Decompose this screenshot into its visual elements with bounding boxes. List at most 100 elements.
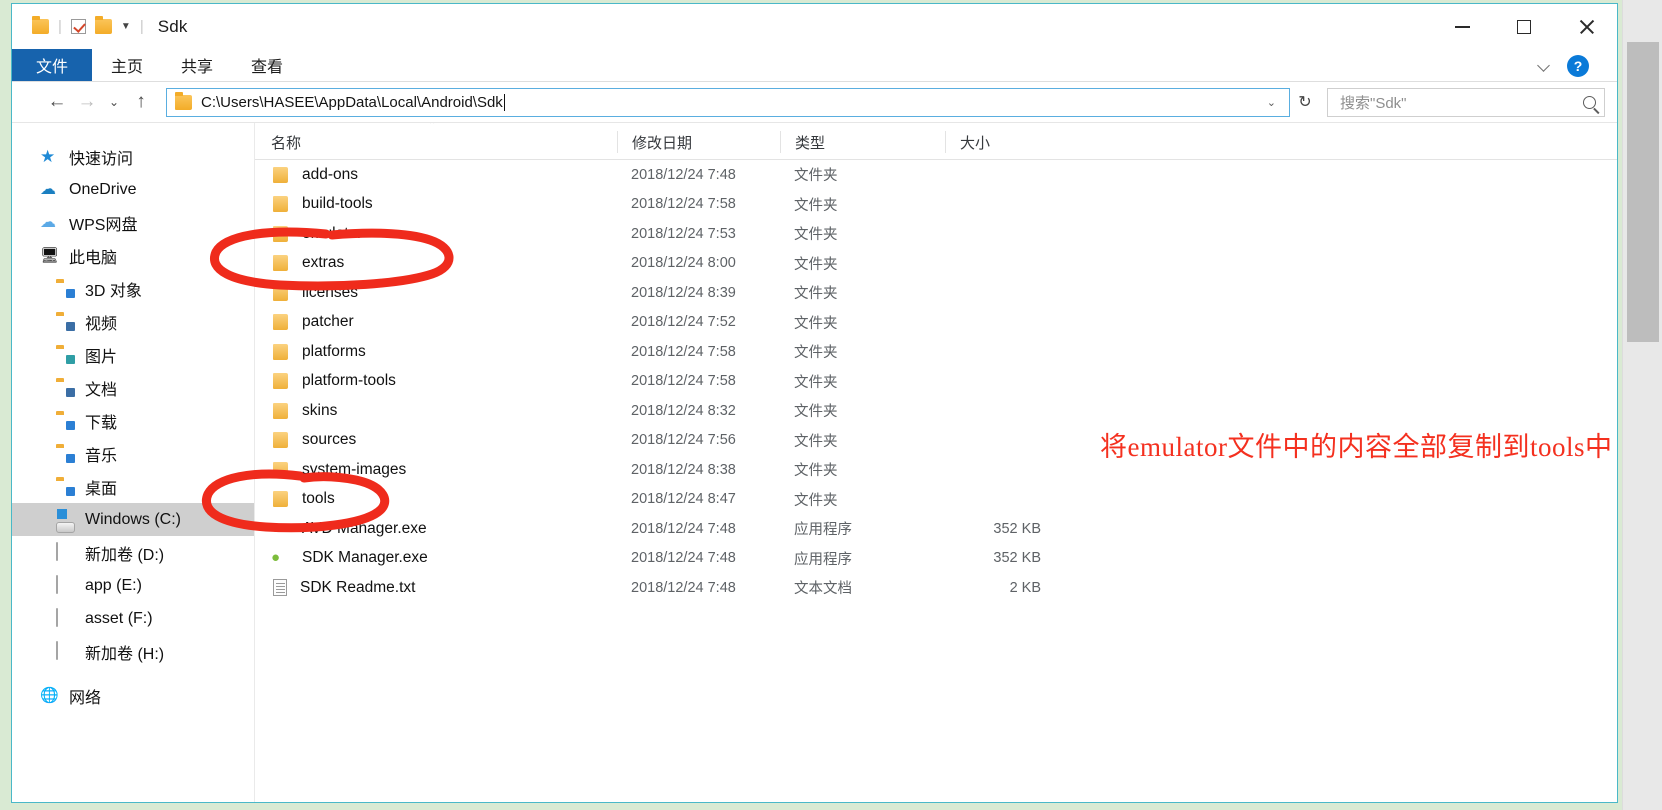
sidebar-item-label: 新加卷 (D:) [85,546,165,564]
sidebar-item-documents[interactable]: 文档 [12,371,254,404]
table-row[interactable]: licenses 2018/12/24 8:39 文件夹 [255,278,1617,308]
file-name-label: extras [302,254,345,272]
sidebar-item-network[interactable]: 🌐 网络 [12,679,254,712]
file-type-cell: 应用程序 [794,551,852,568]
table-row[interactable]: skins 2018/12/24 8:32 文件夹 [255,396,1617,426]
table-row[interactable]: patcher 2018/12/24 7:52 文件夹 [255,308,1617,338]
table-row[interactable]: platforms 2018/12/24 7:58 文件夹 [255,337,1617,367]
address-dropdown-icon[interactable]: ⌄ [1258,96,1285,109]
file-date-cell: 2018/12/24 7:53 [631,225,736,242]
table-row[interactable]: extras 2018/12/24 8:00 文件夹 [255,249,1617,279]
folder-3d-icon [56,279,75,298]
column-header-date[interactable]: 修改日期 [617,131,780,153]
minimize-button[interactable] [1431,4,1493,49]
onedrive-cloud-icon: ☁ [40,181,56,198]
sidebar-item-onedrive[interactable]: ☁ OneDrive [12,173,254,206]
table-row[interactable]: build-tools 2018/12/24 7:58 文件夹 [255,190,1617,220]
sidebar-item-label: 桌面 [85,480,118,498]
sidebar-item-drive-h[interactable]: 新加卷 (H:) [12,635,254,668]
close-button[interactable] [1555,4,1617,49]
up-button[interactable]: ↑ [126,87,156,117]
drive-icon [56,608,75,628]
sidebar-item-label: WPS网盘 [69,216,138,234]
file-size-cell: 352 KB [993,520,1041,537]
table-row[interactable]: SDK Readme.txt 2018/12/24 7:48 文本文档 2 KB [255,573,1617,603]
address-bar[interactable]: C:\Users\HASEE\AppData\Local\Android\Sdk… [166,87,1290,117]
table-row[interactable]: emulator 2018/12/24 7:53 文件夹 [255,219,1617,249]
sidebar-item-this-pc[interactable]: 🖥 此电脑 [12,239,254,272]
sort-ascending-icon: ⌃ [427,123,438,132]
text-file-icon [273,579,287,597]
column-header-size[interactable]: 大小 [945,131,1045,153]
sidebar-item-wps-cloud[interactable]: ☁ WPS网盘 [12,206,254,239]
search-box[interactable]: 搜索"Sdk" [1327,87,1605,117]
sidebar-item-label: Windows (C:) [85,510,182,528]
drive-windows-icon [56,509,75,533]
file-date-cell: 2018/12/24 7:48 [631,520,736,537]
file-rows: add-ons 2018/12/24 7:48 文件夹 build-tools 2018… [255,160,1617,603]
sidebar-item-desktop[interactable]: 桌面 [12,470,254,503]
sidebar-item-pictures[interactable]: 图片 [12,338,254,371]
maximize-button[interactable] [1493,4,1555,49]
separator: | [58,18,62,35]
sidebar-item-quick-access[interactable]: ★ 快速访问 [12,140,254,173]
file-name-cell: build-tools [255,195,617,213]
file-type-cell: 文本文档 [794,581,852,598]
table-row[interactable]: tools 2018/12/24 8:47 文件夹 [255,485,1617,515]
folder-icon[interactable] [94,16,112,34]
sidebar-item-drive-d[interactable]: 新加卷 (D:) [12,536,254,569]
tab-file[interactable]: 文件 [12,49,93,81]
help-button[interactable]: ? [1567,54,1589,77]
checkbox-icon[interactable] [70,19,86,34]
search-icon [1583,95,1596,109]
folder-icon [273,196,288,213]
folder-pictures-icon [56,345,75,364]
refresh-button[interactable]: ↻ [1290,88,1320,117]
text-cursor [503,93,505,111]
tab-view[interactable]: 查看 [232,49,302,81]
column-header-name[interactable]: 名称 ⌃ [255,123,617,153]
desktop-background: | ▼ | Sdk 文件 主页 共享 查看 ? ← → ⌄ ↑ C:\Users… [0,0,1662,810]
table-row[interactable]: platform-tools 2018/12/24 7:58 文件夹 [255,367,1617,397]
sidebar-item-videos[interactable]: 视频 [12,305,254,338]
table-row[interactable]: ● SDK Manager.exe 2018/12/24 7:48 应用程序 352 K… [255,544,1617,574]
page-scrollbar-thumb[interactable] [1627,42,1659,342]
file-name-label: build-tools [302,195,373,213]
file-date-cell: 2018/12/24 7:56 [631,432,736,449]
file-date-cell: 2018/12/24 7:48 [631,579,736,596]
page-scrollbar[interactable] [1622,0,1662,810]
dropdown-caret-icon[interactable]: ▼ [121,21,131,32]
sidebar-item-downloads[interactable]: 下载 [12,404,254,437]
file-type-cell: 文件夹 [794,197,838,214]
chevron-down-icon[interactable] [1538,59,1551,72]
file-name-label: emulator [302,224,363,242]
folder-icon [273,461,288,478]
sidebar-item-label: 新加卷 (H:) [85,645,165,663]
folder-icon [273,314,288,331]
tab-share[interactable]: 共享 [162,49,232,81]
sidebar-item-label: 下载 [85,414,118,432]
sidebar-item-drive-e[interactable]: app (E:) [12,569,254,602]
forward-button[interactable]: → [72,87,102,117]
file-name-label: licenses [302,283,358,301]
back-button[interactable]: ← [42,87,72,117]
file-name-cell: platform-tools [255,372,617,390]
file-type-cell: 文件夹 [794,256,838,273]
star-icon: ★ [40,147,56,166]
file-name-cell: skins [255,402,617,420]
file-name-cell: extras [255,254,617,272]
file-date-cell: 2018/12/24 8:32 [631,402,736,419]
table-row[interactable]: add-ons 2018/12/24 7:48 文件夹 [255,160,1617,190]
sidebar-item-windows-c[interactable]: Windows (C:) [12,503,254,536]
table-row[interactable]: ● AVD Manager.exe 2018/12/24 7:48 应用程序 352 K… [255,514,1617,544]
network-icon: 🌐 [40,687,59,704]
quick-access-toolbar[interactable]: | ▼ | [32,16,144,35]
sidebar-item-drive-f[interactable]: asset (F:) [12,602,254,635]
folder-icon [175,91,192,110]
tab-home[interactable]: 主页 [92,49,162,81]
sidebar-item-3d-objects[interactable]: 3D 对象 [12,272,254,305]
sidebar-item-music[interactable]: 音乐 [12,437,254,470]
folder-music-icon [56,444,75,463]
recent-locations-button[interactable]: ⌄ [102,87,126,117]
column-header-type[interactable]: 类型 [780,131,945,153]
